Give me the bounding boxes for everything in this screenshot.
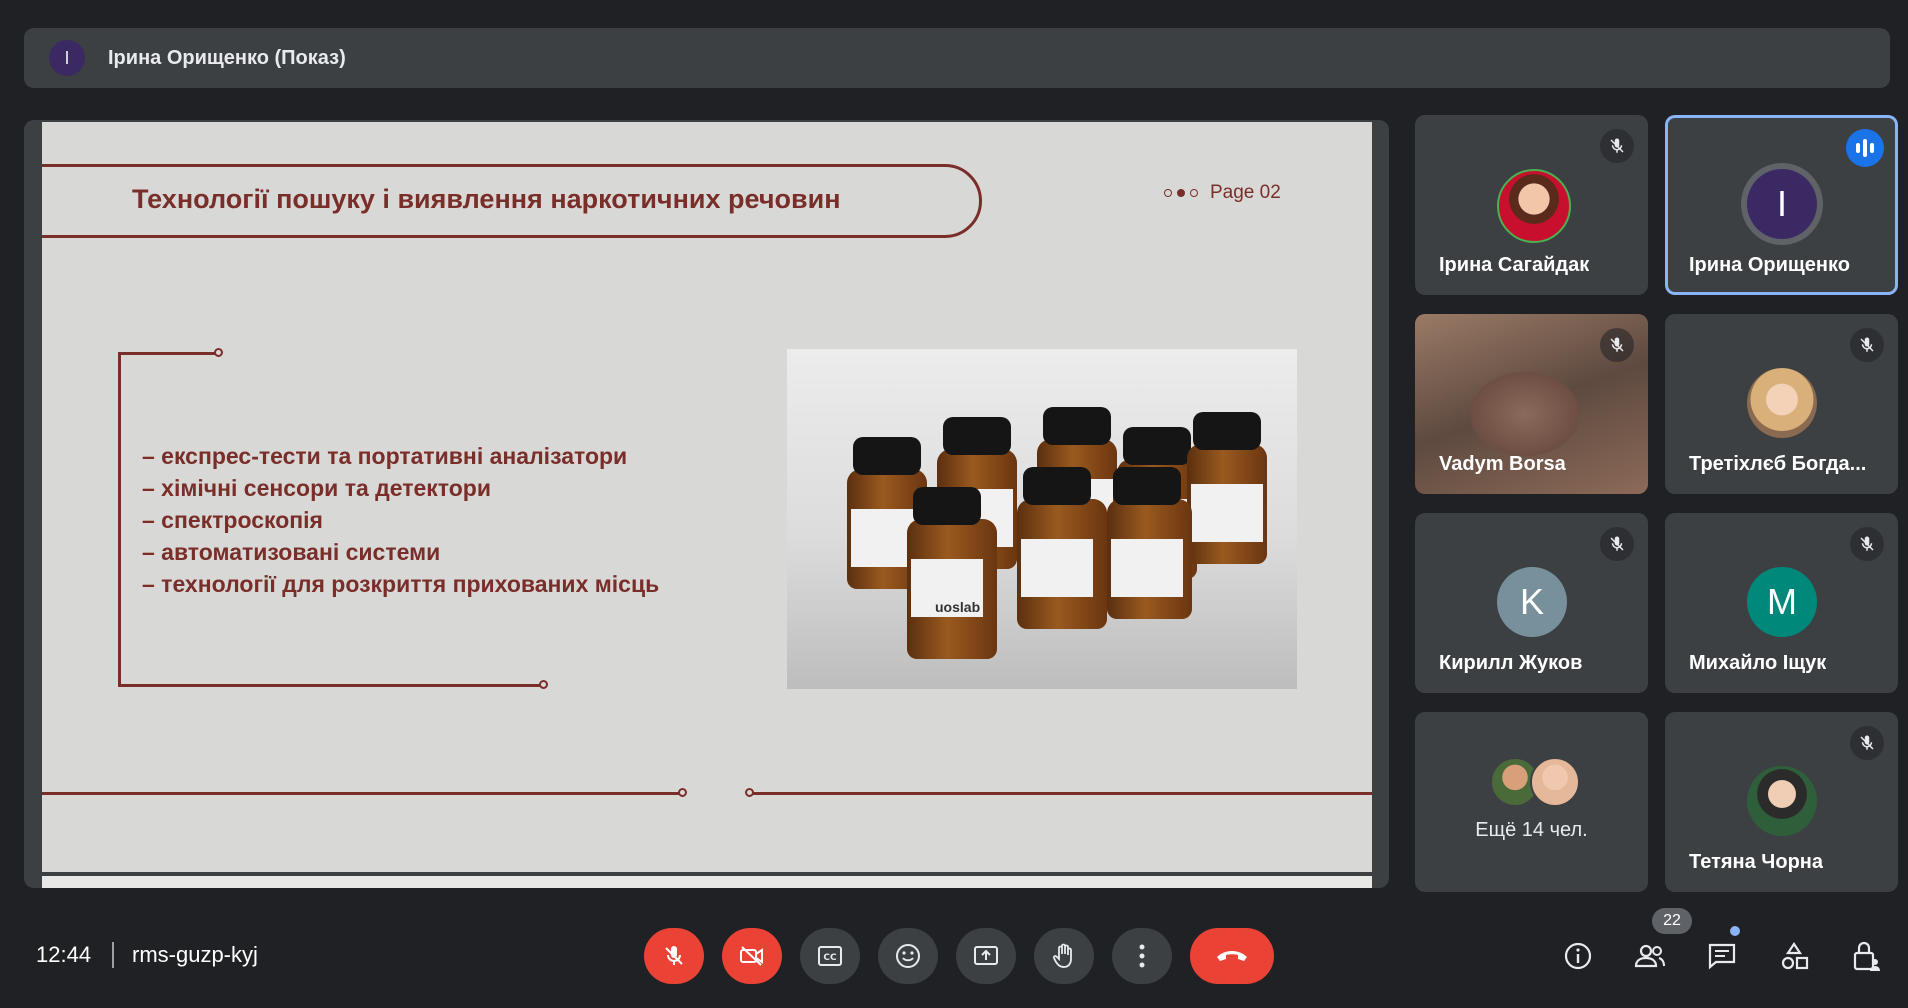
participant-tile[interactable]: Ірина Сагайдак: [1415, 115, 1648, 295]
mic-off-icon: [1600, 129, 1634, 163]
speaking-icon: [1846, 129, 1884, 167]
avatar: I: [1747, 169, 1817, 239]
avatar-group: [1490, 757, 1580, 807]
more-participants-tile[interactable]: Ещё 14 чел.: [1415, 712, 1648, 892]
meeting-details-button[interactable]: [1560, 938, 1596, 974]
slide-page-indicator: Page 02: [1164, 182, 1281, 204]
avatar: [1497, 169, 1571, 243]
bullet-item: – експрес-тести та портативні аналізатор…: [142, 443, 628, 469]
avatar: [1747, 368, 1817, 438]
activities-icon: [1781, 942, 1809, 970]
hand-icon: [1053, 943, 1072, 968]
people-icon: [1634, 944, 1665, 968]
participant-tile[interactable]: Тетяна Чорна: [1665, 712, 1898, 892]
slide-bullet-list: – експрес-тести та портативні аналізатор…: [142, 440, 659, 600]
bracket-top-line: [118, 352, 218, 355]
chat-notification-dot: [1730, 926, 1740, 936]
chat-icon: [1708, 943, 1736, 970]
host-controls-button[interactable]: [1848, 938, 1884, 974]
people-button[interactable]: [1632, 938, 1668, 974]
presentation-stage[interactable]: Технології пошуку і виявлення наркотични…: [24, 120, 1389, 888]
captions-button[interactable]: CC: [800, 928, 860, 984]
mic-off-icon: [1600, 527, 1634, 561]
slide-scroll-strip: [42, 876, 1372, 888]
mic-off-icon: [1600, 328, 1634, 362]
mic-off-icon: [665, 946, 683, 965]
captions-icon: CC: [818, 946, 842, 966]
divider: [112, 942, 114, 968]
meeting-code: rms-guzp-kyj: [132, 942, 258, 967]
clock: 12:44: [36, 942, 92, 967]
participant-tile[interactable]: Vadym Borsa: [1415, 314, 1648, 494]
slide-bottom-node-right: [745, 788, 754, 797]
bullet-item: – автоматизовані системи: [142, 539, 441, 565]
present-icon: [974, 946, 998, 965]
participant-name: Михайло Іщук: [1689, 652, 1827, 674]
participant-name: Vadym Borsa: [1439, 453, 1566, 475]
bracket-bottom-line: [118, 684, 543, 687]
chat-button[interactable]: [1704, 938, 1740, 974]
avatar: K: [1497, 567, 1567, 637]
participant-name: Ірина Сагайдак: [1439, 254, 1590, 276]
activities-button[interactable]: [1776, 938, 1812, 974]
bullet-item: – спектроскопія: [142, 507, 323, 533]
participant-tile[interactable]: M Михайло Іщук: [1665, 513, 1898, 693]
participant-tile[interactable]: Третіхлєб Богда...: [1665, 314, 1898, 494]
photo-brand-label: uoslab: [935, 599, 981, 615]
leave-call-button[interactable]: [1190, 928, 1274, 984]
presenter-bar: I Ірина Орищенко (Показ): [24, 28, 1890, 88]
presenter-avatar: I: [49, 40, 85, 76]
participant-tile-active-speaker[interactable]: I Ірина Орищенко: [1665, 115, 1898, 295]
mic-off-icon: [1850, 527, 1884, 561]
camera-off-icon: [740, 946, 763, 966]
slide: Технології пошуку і виявлення наркотични…: [42, 122, 1372, 872]
bullet-item: – технології для розкриття прихованих мі…: [142, 571, 660, 597]
present-screen-button[interactable]: [956, 928, 1016, 984]
participant-name: Третіхлєб Богда...: [1689, 453, 1867, 475]
lock-person-icon: [1853, 941, 1880, 971]
info-icon: [1564, 942, 1592, 970]
page-dots-icon: [1164, 189, 1198, 197]
mic-off-icon: [1850, 726, 1884, 760]
more-participants-label: Ещё 14 чел.: [1475, 819, 1588, 841]
slide-bottom-line-right: [752, 792, 1372, 795]
avatar: M: [1747, 567, 1817, 637]
slide-title: Технології пошуку і виявлення наркотични…: [132, 184, 841, 214]
people-count-badge: 22: [1652, 908, 1692, 934]
participant-name: Тетяна Чорна: [1689, 851, 1823, 873]
svg-text:CC: CC: [823, 953, 837, 963]
participant-tile[interactable]: K Кирилл Жуков: [1415, 513, 1648, 693]
bracket-bottom-node: [539, 680, 548, 689]
slide-bottom-node-left: [678, 788, 687, 797]
mic-toggle-button[interactable]: [644, 928, 704, 984]
presenter-label: Ірина Орищенко (Показ): [108, 46, 346, 69]
participant-name: Кирилл Жуков: [1439, 652, 1583, 674]
emoji-icon: [896, 944, 920, 968]
more-options-button[interactable]: [1112, 928, 1172, 984]
camera-toggle-button[interactable]: [722, 928, 782, 984]
hangup-icon: [1217, 951, 1247, 961]
control-bar: 12:44 rms-guzp-kyj CC 22: [0, 900, 1908, 1008]
slide-photo-jars: uoslab: [787, 349, 1297, 689]
bracket-line: [118, 352, 121, 687]
raise-hand-button[interactable]: [1034, 928, 1094, 984]
slide-bottom-line-left: [42, 792, 682, 795]
slide-page-label: Page 02: [1210, 182, 1281, 203]
participant-name: Ірина Орищенко: [1689, 254, 1850, 276]
mic-off-icon: [1850, 328, 1884, 362]
avatar: [1747, 766, 1817, 836]
bracket-top-node: [214, 348, 223, 357]
reactions-button[interactable]: [878, 928, 938, 984]
bullet-item: – хімічні сенсори та детектори: [142, 475, 491, 501]
more-vert-icon: [1139, 944, 1145, 968]
